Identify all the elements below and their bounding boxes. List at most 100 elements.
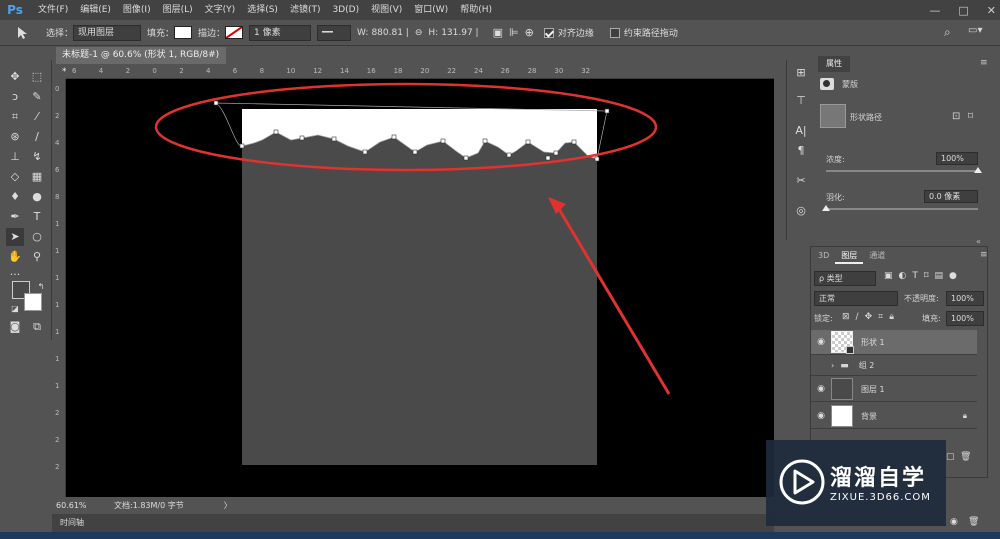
menu-3d[interactable]: 3D(D) [326, 0, 365, 20]
close-button[interactable]: ✕ [987, 4, 996, 17]
document-tab[interactable]: 未标题-1 @ 60.6% (形状 1, RGB/8#) *× [56, 47, 226, 77]
zoom-tool-icon[interactable]: ⚲ [28, 248, 46, 266]
layers-menu-icon[interactable]: ≡ [980, 250, 988, 260]
menu-select[interactable]: 选择(S) [241, 0, 284, 20]
tab-channels[interactable]: 通道 [863, 248, 891, 264]
layer-name[interactable]: 形状 1 [861, 337, 885, 348]
path-arrangement-icon[interactable]: ⊕ [525, 26, 534, 39]
layer-name[interactable]: 组 2 [859, 360, 875, 371]
filter-shape-icon[interactable]: ⌑ [924, 271, 929, 281]
fill-input[interactable]: 100% [946, 311, 984, 326]
type-tool-icon[interactable]: T [28, 208, 46, 226]
swap-colors-icon[interactable]: ↰ [32, 278, 50, 296]
menu-view[interactable]: 视图(V) [365, 0, 408, 20]
density-slider[interactable] [826, 170, 978, 172]
panel-menu-icon[interactable]: ≡ [980, 58, 988, 68]
crop-tool-icon[interactable]: ⌗ [6, 108, 24, 126]
lock-all-icon[interactable]: 🔒︎ [889, 312, 894, 322]
collapse-panel-icon[interactable]: « [976, 237, 981, 246]
filter-adjustment-icon[interactable]: ◐ [899, 271, 907, 281]
feather-input[interactable]: 0.0 像素 [924, 190, 978, 203]
lock-artboard-icon[interactable]: ⌗ [878, 312, 883, 322]
adjustments-panel-icon[interactable]: ⊤ [792, 92, 810, 110]
menu-image[interactable]: 图像(I) [117, 0, 157, 20]
lock-pixels-icon[interactable]: ∕ [856, 312, 859, 322]
trash-icon-bottom[interactable]: 🗑︎ [968, 517, 979, 527]
density-slider-handle[interactable] [974, 167, 982, 173]
filter-toggle-icon[interactable]: ● [949, 271, 957, 281]
expand-chevron-icon[interactable]: › [831, 361, 834, 370]
zoom-level[interactable]: 60.61% [56, 501, 114, 510]
filter-type-icon[interactable]: T [912, 271, 918, 281]
layer-filter-dropdown[interactable]: ρ 类型 [814, 271, 876, 286]
gradient-tool-icon[interactable]: ▦ [28, 168, 46, 186]
delete-layer-icon[interactable]: 🗑︎ [960, 452, 971, 462]
ellipse-tool-icon[interactable]: ○ [28, 228, 46, 246]
layer-row-shape-1[interactable]: ◉ 形状 1 [811, 330, 977, 355]
workspace-switcher-icon[interactable]: ▭▾ [968, 25, 982, 36]
visibility-icon-bottom[interactable]: ◉ [950, 517, 958, 527]
tab-3d[interactable]: 3D [812, 248, 835, 264]
screen-mode-icon[interactable]: ⧉ [28, 318, 46, 336]
menu-help[interactable]: 帮助(H) [454, 0, 498, 20]
tab-layers[interactable]: 图层 [835, 248, 864, 264]
layer-row-layer-1[interactable]: ◉ 图层 1 [811, 377, 977, 402]
dodge-tool-icon[interactable]: ● [28, 188, 46, 206]
lock-transparency-icon[interactable]: ⊠ [842, 312, 850, 322]
minimize-button[interactable]: — [929, 4, 940, 17]
menu-layer[interactable]: 图层(L) [157, 0, 199, 20]
layer-name[interactable]: 图层 1 [861, 384, 885, 395]
layer-row-background[interactable]: ◉ 背景 🔒︎ [811, 404, 977, 429]
default-colors-icon[interactable]: ◪ [6, 300, 24, 318]
height-value[interactable]: 131.97 | [441, 28, 478, 38]
maximize-button[interactable]: □ [958, 4, 968, 17]
eyedropper-tool-icon[interactable]: ⁄ [28, 108, 46, 126]
stroke-style-dropdown[interactable]: ━━ [317, 24, 352, 41]
width-value[interactable]: 880.81 | [371, 28, 408, 38]
blur-tool-icon[interactable]: ♦ [6, 188, 24, 206]
layer-name[interactable]: 背景 [861, 411, 877, 422]
move-tool-icon[interactable]: ✥ [6, 68, 24, 86]
align-edges-checkbox[interactable] [543, 27, 554, 38]
brush-tool-icon[interactable]: ∕ [28, 128, 46, 146]
stroke-size-dropdown[interactable]: 1 像素 [249, 24, 312, 41]
healing-brush-tool-icon[interactable]: ⊛ [6, 128, 24, 146]
menu-edit[interactable]: 编辑(E) [74, 0, 117, 20]
quick-select-tool-icon[interactable]: ✎ [28, 88, 46, 106]
density-input[interactable]: 100% [936, 152, 978, 165]
pen-tool-icon[interactable]: ✒ [6, 208, 24, 226]
layer-row-group-2[interactable]: › ▬ 组 2 [811, 356, 977, 376]
visibility-eye-icon[interactable]: ◉ [811, 411, 831, 421]
filter-smart-object-icon[interactable]: ▤ [935, 271, 944, 281]
path-operations-icon[interactable]: ▣ [493, 26, 503, 39]
link-icon[interactable]: ⊖ [415, 28, 423, 38]
eraser-tool-icon[interactable]: ◇ [6, 168, 24, 186]
add-pixel-mask-icon[interactable]: ⊡ [952, 111, 960, 122]
path-selection-tool-icon[interactable]: ➤ [6, 228, 24, 246]
select-layer-dropdown[interactable]: 现用图层 [73, 24, 142, 41]
tab-properties[interactable]: 属性 [818, 56, 850, 72]
paragraph-panel-icon[interactable]: ¶ [792, 142, 810, 160]
add-vector-mask-icon[interactable]: ⌑ [968, 111, 973, 122]
history-panel-icon[interactable]: ⊞ [792, 64, 810, 82]
menu-type[interactable]: 文字(Y) [199, 0, 242, 20]
opacity-input[interactable]: 100% [946, 291, 984, 306]
lock-position-icon[interactable]: ✥ [865, 312, 873, 322]
blend-mode-dropdown[interactable]: 正常 [814, 291, 898, 306]
path-alignment-icon[interactable]: ⊫ [509, 26, 519, 39]
filter-pixel-icon[interactable]: ▣ [884, 271, 893, 281]
path-selection-tool-icon[interactable] [14, 26, 30, 40]
libraries-panel-icon[interactable]: ◎ [792, 202, 810, 220]
character-panel-icon[interactable]: A| [792, 122, 810, 140]
history-brush-tool-icon[interactable]: ↯ [28, 148, 46, 166]
fill-swatch[interactable] [174, 26, 193, 39]
visibility-eye-icon[interactable]: ◉ [811, 337, 831, 347]
timeline-panel-tab[interactable]: 时间轴 [52, 514, 774, 532]
hand-tool-icon[interactable]: ✋ [6, 248, 24, 266]
visibility-eye-icon[interactable]: ◉ [811, 384, 831, 394]
marquee-tool-icon[interactable]: ⬚ [28, 68, 46, 86]
search-icon[interactable]: ⌕ [944, 25, 951, 40]
menu-file[interactable]: 文件(F) [32, 0, 74, 20]
stroke-swatch[interactable] [225, 26, 244, 39]
constrain-path-checkbox[interactable] [609, 27, 620, 38]
